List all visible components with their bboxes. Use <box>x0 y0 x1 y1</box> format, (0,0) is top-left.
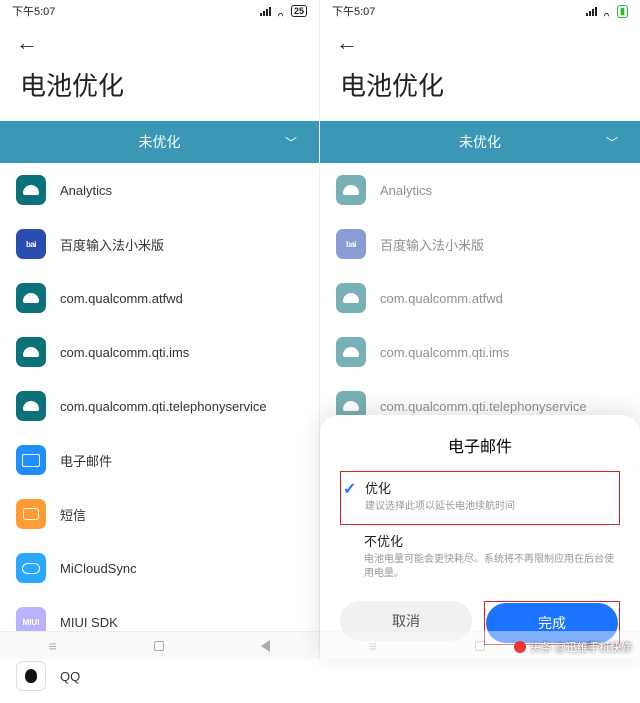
app-name: QQ <box>60 669 80 684</box>
android-icon <box>16 283 46 313</box>
chevron-down-icon: ﹀ <box>285 134 297 151</box>
nav-home-icon[interactable] <box>154 641 164 651</box>
status-time: 下午5:07 <box>332 3 375 19</box>
qq-icon <box>16 661 46 691</box>
app-name: com.qualcomm.qti.ims <box>380 345 509 360</box>
app-row[interactable]: Analytics <box>0 163 319 217</box>
app-row[interactable]: com.qualcomm.atfwd <box>320 271 640 325</box>
msg-icon <box>16 499 46 529</box>
baidu-icon: bai <box>16 229 46 259</box>
app-row[interactable]: com.qualcomm.atfwd <box>0 271 319 325</box>
battery-indicator: 25 <box>291 5 307 17</box>
android-icon <box>16 175 46 205</box>
app-list: Analytics bai 百度输入法小米版 com.qualcomm.atfwd co… <box>320 163 640 433</box>
back-button[interactable]: ← <box>336 30 358 55</box>
android-icon <box>336 175 366 205</box>
watermark-text: 头条 @迅维手机快修 <box>530 639 632 655</box>
filter-label: 未优化 <box>459 132 501 152</box>
android-icon <box>16 391 46 421</box>
app-name: 短信 <box>60 505 86 524</box>
option-no-optimize-title: 不优化 <box>364 531 616 550</box>
nav-menu-icon[interactable]: ≡ <box>369 638 377 654</box>
check-icon: ✓ <box>343 479 356 499</box>
app-name: 百度输入法小米版 <box>380 235 484 254</box>
wifi-icon <box>275 6 287 16</box>
optimize-dialog: 电子邮件 ✓ 优化 建议选择此项以延长电池续航时间 不优化 电池电量可能会更快耗… <box>320 415 640 659</box>
app-name: Analytics <box>380 183 432 198</box>
wifi-icon <box>601 6 613 16</box>
app-name: MiCloudSync <box>60 561 137 576</box>
battery-indicator: ▮ <box>617 5 628 18</box>
cloud-icon <box>16 553 46 583</box>
app-row[interactable]: com.qualcomm.qti.telephonyservice <box>0 379 319 433</box>
app-row[interactable]: MiCloudSync <box>0 541 319 595</box>
watermark-icon <box>514 641 526 653</box>
status-time: 下午5:07 <box>12 3 55 19</box>
option-optimize[interactable]: ✓ 优化 建议选择此项以延长电池续航时间 <box>340 471 620 525</box>
app-name: com.qualcomm.atfwd <box>60 291 183 306</box>
app-row[interactable]: 电子邮件 <box>0 433 319 487</box>
screen-left: 下午5:07 25 ← 电池优化 未优化 ﹀ Analytics bai 百度输入法… <box>0 0 320 659</box>
android-icon <box>336 337 366 367</box>
app-name: MIUI SDK <box>60 615 118 630</box>
option-no-optimize-desc: 电池电量可能会更快耗尽。系统将不再限制应用在后台使用电量。 <box>364 553 616 581</box>
option-optimize-desc: 建议选择此项以延长电池续航时间 <box>365 500 615 514</box>
app-row[interactable]: Analytics <box>320 163 640 217</box>
app-row[interactable]: bai 百度输入法小米版 <box>0 217 319 271</box>
app-row[interactable]: bai 百度输入法小米版 <box>320 217 640 271</box>
nav-back-icon[interactable] <box>261 640 270 652</box>
baidu-icon: bai <box>336 229 366 259</box>
app-list: Analytics bai 百度输入法小米版 com.qualcomm.atfwd co… <box>0 163 319 703</box>
app-name: 电子邮件 <box>60 451 112 470</box>
nav-menu-icon[interactable]: ≡ <box>49 638 57 654</box>
filter-dropdown[interactable]: 未优化 ﹀ <box>320 121 640 163</box>
dialog-title: 电子邮件 <box>340 433 620 457</box>
filter-dropdown[interactable]: 未优化 ﹀ <box>0 121 319 163</box>
app-name: com.qualcomm.qti.telephonyservice <box>380 399 587 414</box>
app-name: 百度输入法小米版 <box>60 235 164 254</box>
nav-home-icon[interactable] <box>475 641 485 651</box>
app-name: Analytics <box>60 183 112 198</box>
android-icon <box>16 337 46 367</box>
mail-icon <box>16 445 46 475</box>
nav-bar: ≡ <box>0 631 319 659</box>
app-row[interactable]: 短信 <box>0 487 319 541</box>
option-no-optimize[interactable]: 不优化 电池电量可能会更快耗尽。系统将不再限制应用在后台使用电量。 <box>340 525 620 591</box>
option-optimize-title: 优化 <box>365 478 615 497</box>
chevron-down-icon: ﹀ <box>606 134 618 151</box>
app-row[interactable]: com.qualcomm.qti.ims <box>320 325 640 379</box>
done-button-label: 完成 <box>538 613 566 633</box>
app-name: com.qualcomm.atfwd <box>380 291 503 306</box>
app-name: com.qualcomm.qti.telephonyservice <box>60 399 267 414</box>
filter-label: 未优化 <box>139 132 181 152</box>
app-row[interactable]: com.qualcomm.qti.ims <box>0 325 319 379</box>
android-icon <box>336 283 366 313</box>
app-name: com.qualcomm.qti.ims <box>60 345 189 360</box>
watermark: 头条 @迅维手机快修 <box>514 639 632 655</box>
page-title: 电池优化 <box>0 56 319 121</box>
back-button[interactable]: ← <box>16 30 38 55</box>
page-title: 电池优化 <box>320 56 640 121</box>
status-bar: 下午5:07 ▮ <box>320 0 640 22</box>
signal-icon <box>586 7 597 16</box>
cancel-button-label: 取消 <box>392 611 420 631</box>
screen-right: 下午5:07 ▮ ← 电池优化 未优化 ﹀ Analytics bai 百度输入法小… <box>320 0 640 659</box>
status-bar: 下午5:07 25 <box>0 0 319 22</box>
signal-icon <box>260 7 271 16</box>
